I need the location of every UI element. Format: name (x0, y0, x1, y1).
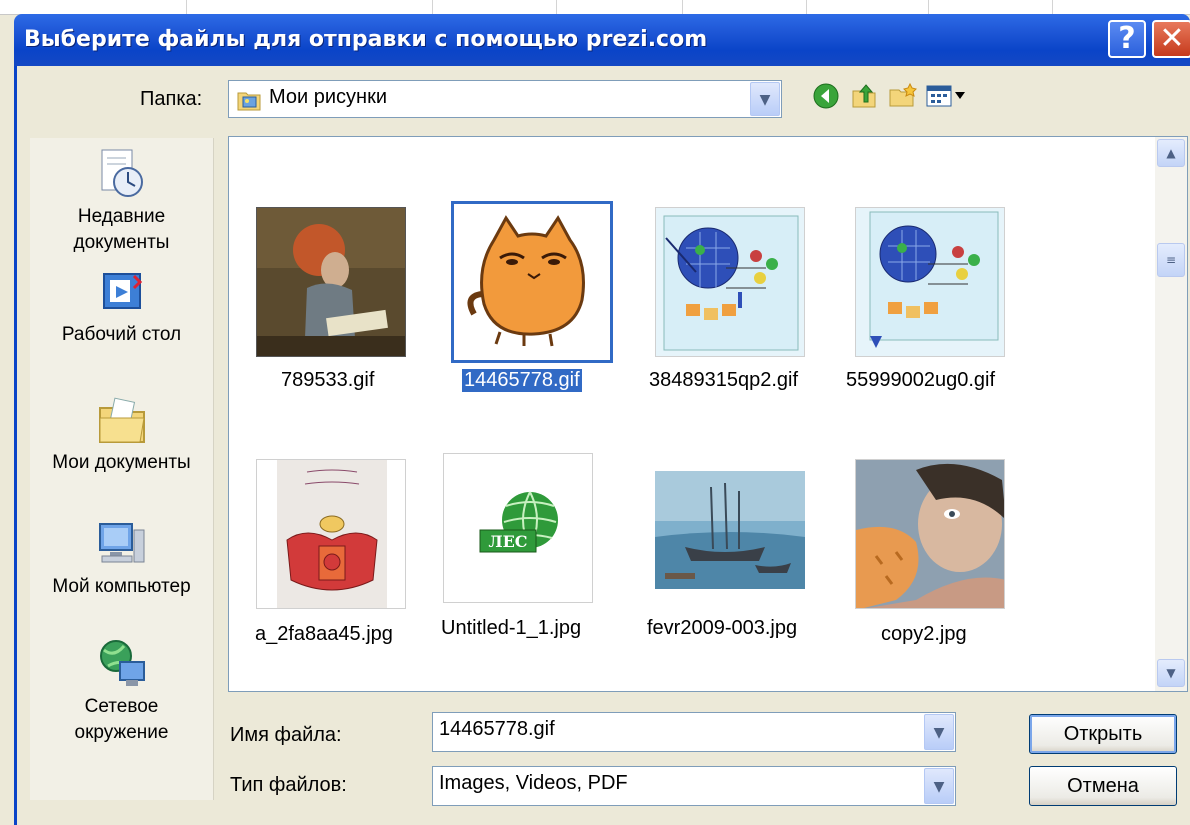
close-button[interactable]: ✕ (1152, 20, 1190, 58)
file-type-label: Тип файлов: (230, 774, 347, 796)
place-label: Сетевое окружение (74, 696, 169, 743)
file-list-view[interactable]: ▲ ≡ ▼ 789533.gif 14465778.gif 38489315qp… (228, 136, 1188, 692)
chevron-down-icon[interactable]: ▼ (924, 768, 954, 804)
place-my-documents[interactable]: Мои документы (30, 396, 213, 476)
file-thumbnail[interactable] (655, 207, 805, 357)
file-thumbnail-selected[interactable] (451, 201, 613, 363)
chevron-down-icon[interactable]: ▼ (750, 82, 780, 116)
folder-pictures-icon (237, 89, 261, 115)
window-title: Выберите файлы для отправки с помощью pr… (24, 27, 708, 52)
recent-documents-icon (101, 149, 143, 197)
title-bar: Выберите файлы для отправки с помощью pr… (14, 14, 1190, 66)
place-network[interactable]: Сетевое окружение (30, 638, 213, 746)
place-desktop[interactable]: Рабочий стол (30, 270, 213, 348)
file-name-label: Имя файла: (230, 724, 342, 746)
scroll-thumb[interactable]: ≡ (1157, 243, 1185, 277)
file-name[interactable]: 789533.gif (281, 369, 374, 392)
file-name[interactable]: 38489315qp2.gif (649, 369, 798, 392)
help-button[interactable]: ? (1108, 20, 1146, 58)
look-in-value: Мои рисунки (269, 86, 387, 108)
view-menu-icon[interactable] (926, 82, 968, 114)
look-in-dropdown[interactable]: Мои рисунки ▼ (228, 80, 782, 118)
file-name[interactable]: copy2.jpg (881, 623, 967, 646)
background-spreadsheet-grid (0, 0, 1190, 15)
file-thumbnail[interactable]: ЛЕС (443, 453, 593, 603)
place-label: Мои документы (52, 452, 191, 473)
up-folder-icon[interactable] (850, 82, 878, 114)
file-thumbnail[interactable] (256, 459, 406, 609)
place-label: Рабочий стол (61, 324, 182, 345)
my-documents-icon (98, 397, 145, 443)
place-my-computer[interactable]: Мой компьютер (30, 518, 213, 600)
file-type-value: Images, Videos, PDF (439, 772, 628, 794)
file-name[interactable]: a_2fa8aa45.jpg (255, 623, 393, 646)
place-label: Недавние документы (73, 206, 170, 253)
file-name[interactable]: 55999002ug0.gif (846, 369, 995, 392)
place-recent-documents[interactable]: Недавние документы (30, 148, 213, 256)
file-name[interactable]: Untitled-1_1.jpg (441, 617, 581, 640)
file-name-input[interactable]: 14465778.gif ▼ (432, 712, 956, 752)
places-bar: Недавние документы Рабочий стол Мои доку… (30, 138, 214, 800)
network-places-icon (99, 640, 145, 686)
look-in-label: Папка: (140, 88, 203, 110)
file-thumbnail[interactable] (655, 457, 805, 607)
cancel-button[interactable]: Отмена (1029, 766, 1177, 806)
open-button[interactable]: Открыть (1029, 714, 1177, 754)
place-label: Мой компьютер (52, 576, 191, 597)
vertical-scrollbar[interactable]: ▲ ≡ ▼ (1155, 137, 1187, 691)
file-thumbnail[interactable] (855, 459, 1005, 609)
file-thumbnail[interactable] (256, 207, 406, 357)
file-type-dropdown[interactable]: Images, Videos, PDF ▼ (432, 766, 956, 806)
file-thumbnail[interactable] (855, 207, 1005, 357)
file-name-selected[interactable]: 14465778.gif (462, 369, 582, 392)
wiki-logo-text: ЛЕС (488, 532, 527, 551)
back-icon[interactable] (812, 82, 840, 114)
file-name-input-value: 14465778.gif (439, 718, 555, 740)
chevron-down-icon[interactable]: ▼ (924, 714, 954, 750)
scroll-down-button[interactable]: ▼ (1157, 659, 1185, 687)
new-folder-icon[interactable] (888, 82, 918, 114)
scroll-up-button[interactable]: ▲ (1157, 139, 1185, 167)
desktop-icon (102, 273, 142, 309)
my-computer-icon (98, 523, 144, 563)
file-name[interactable]: fevr2009-003.jpg (647, 617, 797, 640)
